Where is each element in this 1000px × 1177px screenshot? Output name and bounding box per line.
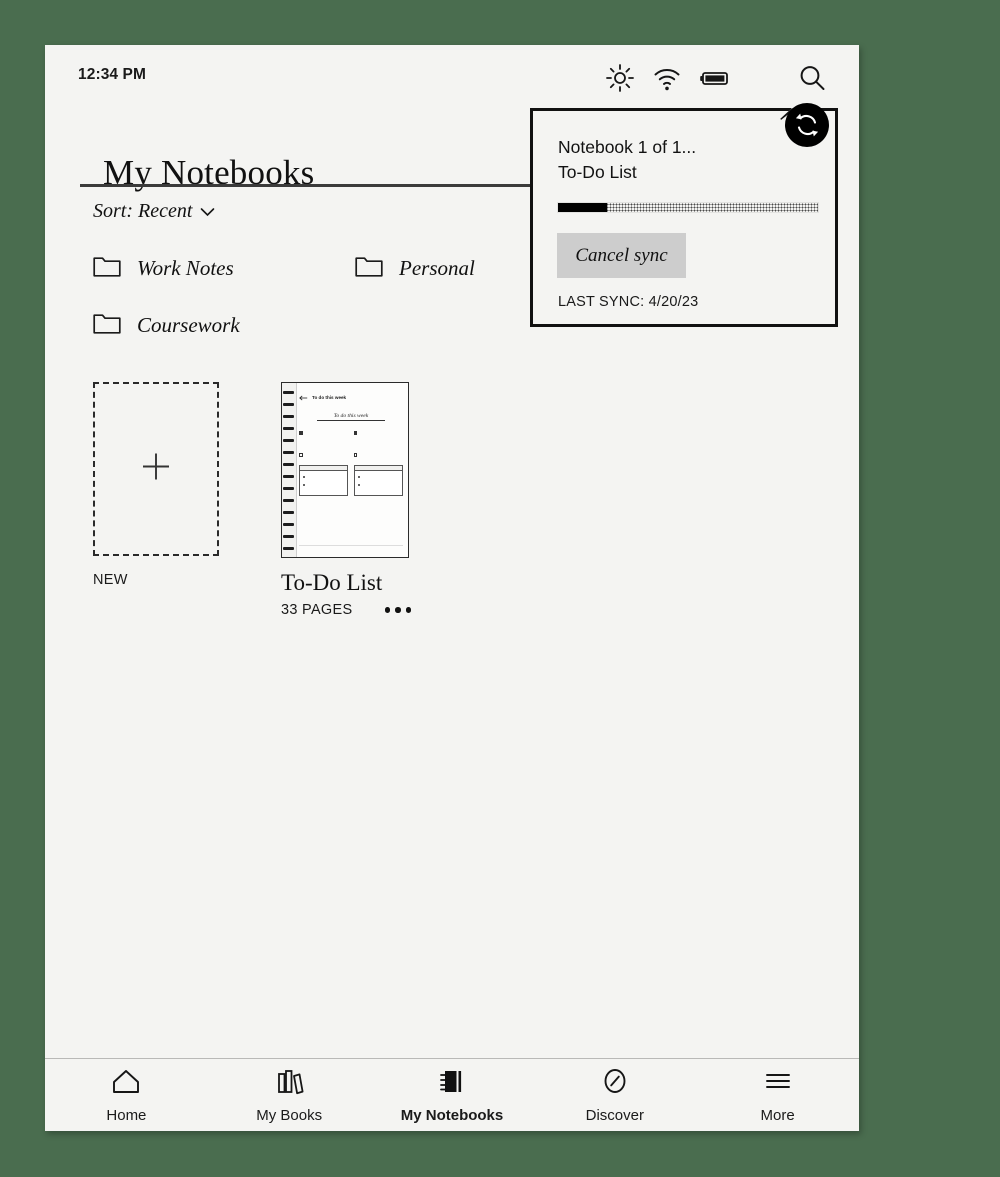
- plus-icon: [140, 451, 172, 488]
- nav-item-more[interactable]: More: [696, 1067, 859, 1124]
- hamburger-icon: [763, 1067, 793, 1100]
- folder-icon: [93, 255, 121, 282]
- bullet-item: [303, 483, 344, 487]
- sync-button[interactable]: [785, 103, 829, 147]
- sync-progress-counter: Notebook 1 of 1...: [558, 137, 697, 157]
- nav-label: My Notebooks: [400, 1106, 504, 1124]
- thumbnail-cards: [299, 464, 403, 497]
- thumbnail-page: To do this week To do this week: [299, 388, 403, 552]
- checklist-item: [353, 430, 404, 448]
- books-icon: [274, 1067, 304, 1100]
- folder-label: Work Notes: [137, 256, 234, 280]
- brightness-icon[interactable]: [603, 61, 637, 95]
- folder-label: Personal: [399, 256, 475, 280]
- folder-item-personal[interactable]: Personal: [355, 255, 475, 282]
- notebook-title: To-Do List: [281, 570, 383, 595]
- thumbnail-checklist: [299, 430, 403, 457]
- handwriting-lines: [363, 483, 399, 486]
- handwriting-lines: [363, 475, 399, 478]
- new-notebook-dropzone[interactable]: [93, 382, 219, 556]
- nav-item-discover[interactable]: Discover: [533, 1067, 696, 1124]
- folder-item-coursework[interactable]: Coursework: [93, 312, 240, 339]
- notebook-thumbnail[interactable]: To do this week To do this week: [281, 382, 409, 558]
- search-icon[interactable]: [795, 61, 829, 95]
- wifi-icon[interactable]: [650, 61, 684, 95]
- bullet-item: [358, 475, 399, 478]
- thumbnail-card-body: [300, 471, 347, 496]
- nav-item-my-books[interactable]: My Books: [208, 1067, 371, 1124]
- handwriting-lines: [360, 430, 403, 448]
- notebook-meta-row: 33 PAGES: [281, 602, 411, 618]
- title-divider: [80, 184, 576, 187]
- sync-progress-fill: [558, 203, 608, 212]
- page-title: My Notebooks: [103, 153, 315, 192]
- checklist-item: [353, 452, 404, 457]
- folder-label: Coursework: [137, 313, 240, 337]
- bullet-icon: [303, 475, 306, 478]
- ereader-device: 12:34 PM My Notebooks Sort: Recent Work …: [45, 45, 859, 1131]
- bullet-icon: [303, 483, 306, 487]
- thumbnail-topbar: To do this week: [299, 388, 403, 406]
- bullet-icon: [358, 475, 361, 478]
- thumbnail-footer-line: [299, 545, 403, 546]
- status-bar: 12:34 PM: [45, 45, 859, 147]
- nav-item-my-notebooks[interactable]: My Notebooks: [371, 1067, 534, 1124]
- back-arrow-icon: [299, 388, 308, 406]
- thumbnail-heading: To do this week: [317, 413, 385, 421]
- checkbox-empty-icon: [353, 453, 358, 457]
- checkbox-checked-icon: [299, 431, 303, 435]
- folder-icon: [355, 255, 383, 282]
- checkbox-checked-icon: [353, 431, 358, 435]
- checklist-item: [299, 452, 349, 457]
- bullet-item: [358, 483, 399, 487]
- new-notebook-tile[interactable]: NEW: [93, 382, 219, 588]
- nav-label: My Books: [256, 1106, 323, 1124]
- bullet-item: [303, 475, 344, 478]
- handwriting-lines: [308, 483, 344, 486]
- folder-icon: [93, 312, 121, 339]
- new-tile-label: NEW: [93, 572, 128, 588]
- bullet-icon: [358, 483, 361, 487]
- sync-progress-bar: [557, 202, 819, 213]
- chevron-down-icon: [200, 200, 215, 223]
- nav-label: Home: [106, 1106, 147, 1124]
- notebook-icon: [437, 1067, 467, 1100]
- notebook-page-count: 33 PAGES: [281, 602, 353, 618]
- clock: 12:34 PM: [78, 66, 146, 83]
- checklist-item: [299, 430, 349, 448]
- folder-item-work-notes[interactable]: Work Notes: [93, 255, 234, 282]
- nav-label: Discover: [585, 1106, 644, 1124]
- notebook-more-menu-button[interactable]: [384, 607, 411, 613]
- thumbnail-card-body: [355, 471, 402, 496]
- home-icon: [111, 1067, 141, 1100]
- handwriting-lines: [308, 475, 344, 478]
- sort-label: Sort: Recent: [93, 200, 193, 222]
- nav-label: More: [760, 1106, 795, 1124]
- spiral-binding: [282, 383, 297, 557]
- notebook-card-to-do-list[interactable]: To do this week To do this week To-Do Li…: [281, 382, 411, 618]
- cancel-sync-button[interactable]: Cancel sync: [557, 233, 686, 278]
- bottom-navigation: Home My Books My Notebooks Discover More: [45, 1058, 859, 1131]
- checkbox-empty-icon: [299, 453, 303, 457]
- nav-item-home[interactable]: Home: [45, 1067, 208, 1124]
- compass-icon: [600, 1067, 630, 1100]
- sync-current-item: To-Do List: [558, 162, 637, 182]
- thumbnail-topbar-text: To do this week: [312, 394, 347, 400]
- battery-icon[interactable]: [697, 61, 731, 95]
- last-sync-timestamp: LAST SYNC: 4/20/23: [558, 294, 699, 310]
- thumbnail-card: [299, 464, 348, 497]
- thumbnail-card: [354, 464, 403, 497]
- sort-dropdown[interactable]: Sort: Recent: [93, 200, 215, 223]
